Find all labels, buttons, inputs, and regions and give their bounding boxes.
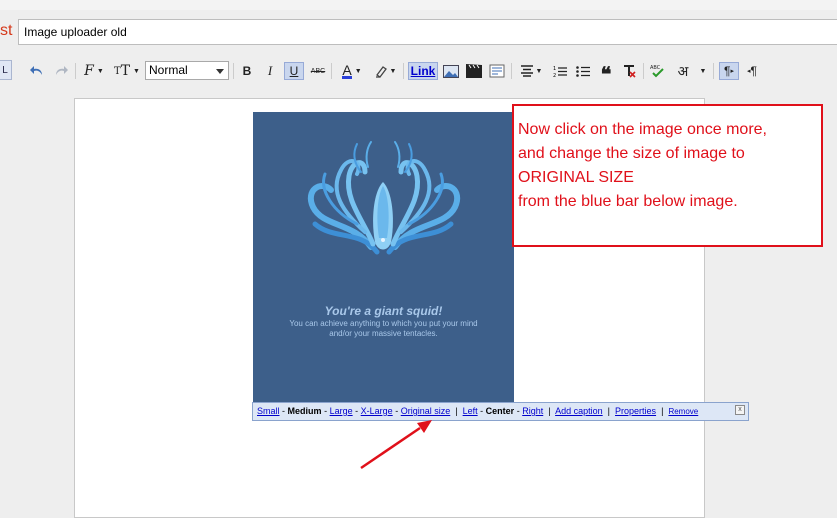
size-large-link[interactable]: Large — [330, 406, 353, 416]
font-color-button[interactable]: A ▼ — [338, 62, 366, 80]
align-icon[interactable]: ▼ — [517, 62, 545, 80]
image-subtitle-line1: You can achieve anything to which you pu… — [289, 319, 478, 328]
image-subtitle-line2: and/or your massive tentacles. — [329, 329, 438, 338]
post-title-input[interactable] — [18, 19, 837, 45]
callout-line: ORIGINAL SIZE — [518, 169, 634, 186]
toolbar-separator — [233, 63, 234, 79]
bar-dash: - — [395, 406, 399, 416]
image-options-bar: Small - Medium - Large - X-Large - Origi… — [252, 402, 749, 421]
align-left-link[interactable]: Left — [463, 406, 478, 416]
squid-illustration — [308, 141, 460, 255]
highlight-icon[interactable]: ▼ — [371, 62, 399, 80]
svg-text:2: 2 — [553, 73, 556, 78]
svg-text:ABC: ABC — [650, 65, 661, 71]
undo-icon[interactable] — [27, 62, 47, 80]
bar-dash: - — [516, 406, 520, 416]
toolbar-separator — [713, 63, 714, 79]
instruction-callout: Now click on the image once more, and ch… — [512, 104, 823, 247]
bullet-list-icon[interactable] — [574, 62, 592, 80]
toolbar-separator — [643, 63, 644, 79]
toolbar-separator — [75, 63, 76, 79]
svg-text:1: 1 — [553, 66, 556, 72]
bar-dash: - — [324, 406, 328, 416]
callout-line: and change the size of image to — [518, 145, 745, 162]
video-icon[interactable] — [465, 62, 483, 80]
bar-dash: - — [282, 406, 286, 416]
bar-pipe: | — [455, 406, 458, 416]
toolbar-separator — [403, 63, 404, 79]
jump-break-icon[interactable] — [488, 62, 506, 80]
size-original-link[interactable]: Original size — [401, 406, 451, 416]
chevron-down-icon — [216, 69, 224, 74]
bar-pipe: | — [661, 406, 664, 416]
clear-format-icon[interactable] — [620, 62, 638, 80]
bold-button[interactable]: B — [238, 62, 256, 80]
quote-icon[interactable]: ❝ — [597, 62, 615, 84]
image-icon[interactable] — [442, 62, 460, 80]
align-center-current: Center — [485, 406, 515, 416]
ltr-icon[interactable]: ¶ ▸ — [719, 62, 739, 80]
size-small-link[interactable]: Small — [257, 406, 280, 416]
format-select[interactable]: Normal — [145, 61, 229, 80]
numbered-list-icon[interactable]: 12 — [551, 62, 569, 80]
title-label: st — [0, 22, 13, 39]
link-button[interactable]: Link — [408, 62, 438, 80]
properties-link[interactable]: Properties — [615, 406, 656, 416]
spellcheck-icon[interactable]: ABC — [648, 62, 668, 80]
image-title: You're a giant squid! — [324, 304, 443, 318]
rtl-icon[interactable]: ◂ ¶ — [743, 62, 761, 80]
bar-dash: - — [480, 406, 484, 416]
size-medium-current: Medium — [287, 406, 322, 416]
toolbar-separator — [511, 63, 512, 79]
toolbar-edge-button[interactable]: L — [0, 60, 12, 80]
image-subtitle: You can achieve anything to which you pu… — [253, 319, 514, 339]
remove-image-link[interactable]: Remove — [668, 407, 698, 416]
align-right-link[interactable]: Right — [522, 406, 543, 416]
italic-button[interactable]: I — [261, 62, 279, 80]
strikethrough-button[interactable]: ABC — [309, 62, 327, 80]
callout-line: Now click on the image once more, — [518, 121, 767, 138]
font-icon[interactable]: F ▼ — [80, 62, 108, 80]
transliterate-icon[interactable]: अ — [673, 62, 693, 80]
format-select-value: Normal — [149, 63, 188, 77]
redo-icon[interactable] — [51, 62, 71, 80]
transliterate-dropdown-button[interactable]: ▼ — [697, 62, 709, 80]
close-icon[interactable]: x — [735, 405, 745, 415]
chevron-down-icon: ▼ — [699, 67, 707, 75]
giant-squid-image[interactable]: You're a giant squid! You can achieve an… — [253, 112, 514, 402]
callout-line: from the blue bar below image. — [518, 193, 738, 210]
bar-pipe: | — [607, 406, 611, 416]
font-size-icon[interactable]: TT ▼ — [112, 62, 142, 80]
font-color-icon: A — [342, 61, 352, 79]
bar-pipe: | — [548, 406, 551, 416]
underline-button[interactable]: U — [284, 62, 304, 80]
toolbar-separator — [331, 63, 332, 79]
add-caption-link[interactable]: Add caption — [555, 406, 603, 416]
bar-dash: - — [355, 406, 359, 416]
size-xlarge-link[interactable]: X-Large — [361, 406, 393, 416]
